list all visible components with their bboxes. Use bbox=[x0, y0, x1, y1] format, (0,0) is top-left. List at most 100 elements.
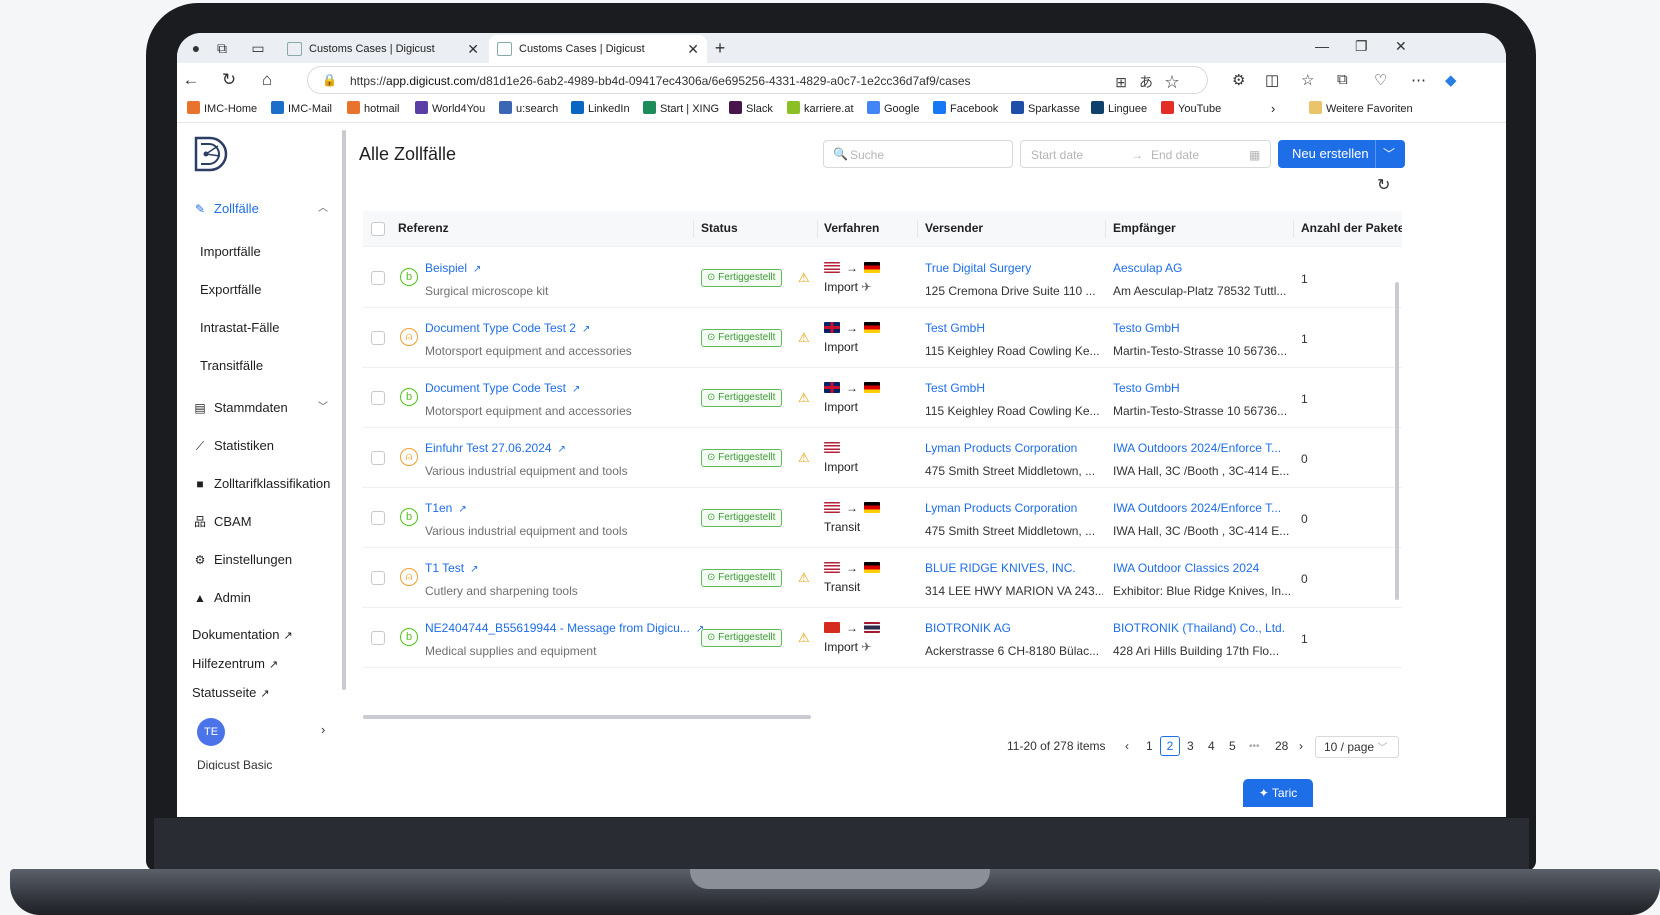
bookmark-more[interactable]: Weitere Favoriten bbox=[1309, 101, 1413, 117]
close-window-icon[interactable]: ✕ bbox=[1395, 38, 1407, 55]
page-28[interactable]: 28 bbox=[1275, 739, 1288, 753]
table-row[interactable]: ⍝ T1 Test ↗ Cutlery and sharpening tools ⊙ F… bbox=[363, 548, 1402, 608]
external-link-icon[interactable]: ↗ bbox=[558, 444, 566, 455]
external-link-icon[interactable]: ↗ bbox=[473, 264, 481, 275]
tab-actions-icon[interactable]: ▭ bbox=[249, 40, 267, 56]
nav-zollfaelle[interactable]: ✎ Zollfälle ︿ bbox=[184, 193, 334, 225]
table-row[interactable]: b T1en ↗ Various industrial equipment and t… bbox=[363, 488, 1402, 548]
table-vertical-scrollbar[interactable] bbox=[1395, 282, 1399, 600]
prev-page-icon[interactable]: ‹ bbox=[1125, 739, 1129, 753]
page-1[interactable]: 1 bbox=[1146, 739, 1153, 753]
bookmark-slack[interactable]: Slack bbox=[729, 101, 773, 117]
bookmark-imc-home[interactable]: IMC-Home bbox=[187, 101, 257, 117]
bookmark-linkedin[interactable]: LinkedIn bbox=[571, 101, 630, 117]
external-link-icon[interactable]: ↗ bbox=[582, 324, 590, 335]
case-reference-link[interactable]: T1en ↗ bbox=[425, 501, 467, 515]
close-tab-icon[interactable]: ✕ bbox=[687, 35, 699, 63]
case-reference-link[interactable]: NE2404744_B55619944 - Message from Digic… bbox=[425, 621, 704, 635]
table-row[interactable]: b Beispiel ↗ Surgical microscope kit ⊙ Ferti… bbox=[363, 248, 1402, 308]
new-case-button[interactable]: Neu erstellen ﹀ bbox=[1278, 140, 1405, 168]
favorites-icon[interactable]: ☆ bbox=[1301, 71, 1314, 89]
bookmark-hotmail[interactable]: hotmail bbox=[347, 101, 399, 117]
bookmark-youtube[interactable]: YouTube bbox=[1161, 101, 1221, 117]
bookmark-usearch[interactable]: u:search bbox=[499, 101, 558, 117]
warning-icon[interactable]: ⚠ bbox=[798, 390, 810, 406]
chevron-right-icon[interactable]: › bbox=[1271, 101, 1275, 117]
url-field[interactable]: 🔒 https://app.digicust.com/d81d1e26-6ab2… bbox=[307, 66, 1208, 94]
sender-link[interactable]: Test GmbH bbox=[925, 381, 1103, 395]
sender-link[interactable]: BLUE RIDGE KNIVES, INC. bbox=[925, 561, 1103, 575]
url-action-icons[interactable]: ⊞あ☆ bbox=[1115, 72, 1191, 92]
bookmark-karriere[interactable]: karriere.at bbox=[787, 101, 854, 117]
page-3[interactable]: 3 bbox=[1187, 739, 1194, 753]
nav-importfaelle[interactable]: Importfälle bbox=[200, 244, 261, 259]
case-reference-link[interactable]: Beispiel ↗ bbox=[425, 261, 481, 275]
sidebar-scrollbar[interactable] bbox=[342, 130, 346, 690]
external-link-icon[interactable]: ↗ bbox=[572, 384, 580, 395]
recipient-link[interactable]: IWA Outdoors 2024/Enforce T... bbox=[1113, 501, 1291, 515]
external-link-icon[interactable]: ↗ bbox=[470, 564, 478, 575]
sender-link[interactable]: Lyman Products Corporation bbox=[925, 501, 1103, 515]
warning-icon[interactable]: ⚠ bbox=[798, 630, 810, 646]
bookmark-world4you[interactable]: World4You bbox=[415, 101, 485, 117]
case-reference-link[interactable]: Einfuhr Test 27.06.2024 ↗ bbox=[425, 441, 566, 455]
nav-admin[interactable]: ▲ Admin bbox=[184, 582, 334, 614]
external-link-icon[interactable]: ↗ bbox=[458, 504, 466, 515]
new-tab-icon[interactable]: + bbox=[711, 39, 729, 57]
collections-icon[interactable]: ⧉ bbox=[1337, 71, 1348, 88]
row-checkbox[interactable] bbox=[371, 451, 385, 465]
row-checkbox[interactable] bbox=[371, 511, 385, 525]
link-dokumentation[interactable]: Dokumentation ↗ bbox=[192, 627, 293, 642]
sender-link[interactable]: BIOTRONIK AG bbox=[925, 621, 1103, 635]
page-size-select[interactable]: 10 / page ﹀ bbox=[1315, 736, 1399, 758]
chevron-down-icon[interactable]: ﹀ bbox=[1383, 145, 1395, 162]
col-referenz[interactable]: Referenz bbox=[398, 221, 449, 235]
bookmark-linguee[interactable]: Linguee bbox=[1091, 101, 1147, 117]
bookmark-google[interactable]: Google bbox=[867, 101, 919, 117]
recipient-link[interactable]: IWA Outdoors 2024/Enforce T... bbox=[1113, 441, 1291, 455]
refresh-icon[interactable]: ↻ bbox=[1377, 175, 1390, 195]
table-row[interactable]: ⍝ Document Type Code Test 2 ↗ Motorsport eq… bbox=[363, 308, 1402, 368]
warning-icon[interactable]: ⚠ bbox=[798, 570, 810, 586]
sender-link[interactable]: Lyman Products Corporation bbox=[925, 441, 1103, 455]
taric-button[interactable]: ✦ Taric bbox=[1243, 779, 1313, 807]
browser-tab-2[interactable]: Customs Cases | Digicust ✕ bbox=[489, 35, 707, 63]
nav-statistiken[interactable]: ⟋ Statistiken bbox=[184, 430, 334, 462]
case-reference-link[interactable]: Document Type Code Test ↗ bbox=[425, 381, 580, 395]
home-icon[interactable]: ⌂ bbox=[257, 70, 277, 90]
sender-link[interactable]: Test GmbH bbox=[925, 321, 1103, 335]
start-date-input[interactable]: Start date bbox=[1031, 148, 1083, 162]
bookmark-xing[interactable]: Start | XING bbox=[643, 101, 719, 117]
col-verfahren[interactable]: Verfahren bbox=[824, 221, 879, 235]
page-2[interactable]: 2 bbox=[1160, 736, 1180, 756]
back-icon[interactable]: ← bbox=[181, 70, 201, 90]
recipient-link[interactable]: Testo GmbH bbox=[1113, 321, 1291, 335]
row-checkbox[interactable] bbox=[371, 631, 385, 645]
table-row[interactable]: b Document Type Code Test ↗ Motorsport equi… bbox=[363, 368, 1402, 428]
col-anzahl-pakete[interactable]: Anzahl der Pakete bbox=[1301, 221, 1402, 235]
row-checkbox[interactable] bbox=[371, 391, 385, 405]
date-range-picker[interactable]: Start date → End date ▦ bbox=[1020, 140, 1271, 168]
end-date-input[interactable]: End date bbox=[1151, 148, 1199, 162]
restore-icon[interactable]: ❐ bbox=[1355, 38, 1368, 55]
next-page-icon[interactable]: › bbox=[1299, 739, 1303, 753]
nav-cbam[interactable]: 品 CBAM bbox=[184, 506, 334, 538]
table-row[interactable]: ⍝ Einfuhr Test 27.06.2024 ↗ Various industr… bbox=[363, 428, 1402, 488]
recipient-link[interactable]: BIOTRONIK (Thailand) Co., Ltd. bbox=[1113, 621, 1291, 635]
bookmark-imc-mail[interactable]: IMC-Mail bbox=[271, 101, 332, 117]
workspaces-icon[interactable]: ⧉ bbox=[213, 40, 231, 56]
nav-stammdaten[interactable]: ▤ Stammdaten ﹀ bbox=[184, 392, 334, 424]
nav-intrastat-faelle[interactable]: Intrastat-Fälle bbox=[200, 320, 279, 335]
row-checkbox[interactable] bbox=[371, 571, 385, 585]
table-horizontal-scrollbar[interactable] bbox=[363, 715, 811, 719]
row-checkbox[interactable] bbox=[371, 271, 385, 285]
extensions-icon[interactable]: ⚙ bbox=[1232, 71, 1245, 89]
close-tab-icon[interactable]: ✕ bbox=[467, 35, 479, 63]
col-empfaenger[interactable]: Empfänger bbox=[1113, 221, 1176, 235]
col-versender[interactable]: Versender bbox=[925, 221, 983, 235]
row-checkbox[interactable] bbox=[371, 331, 385, 345]
split-screen-icon[interactable]: ◫ bbox=[1265, 71, 1279, 89]
bookmark-sparkasse[interactable]: Sparkasse bbox=[1011, 101, 1080, 117]
browser-essentials-icon[interactable]: ♡ bbox=[1374, 71, 1387, 89]
case-reference-link[interactable]: Document Type Code Test 2 ↗ bbox=[425, 321, 590, 335]
